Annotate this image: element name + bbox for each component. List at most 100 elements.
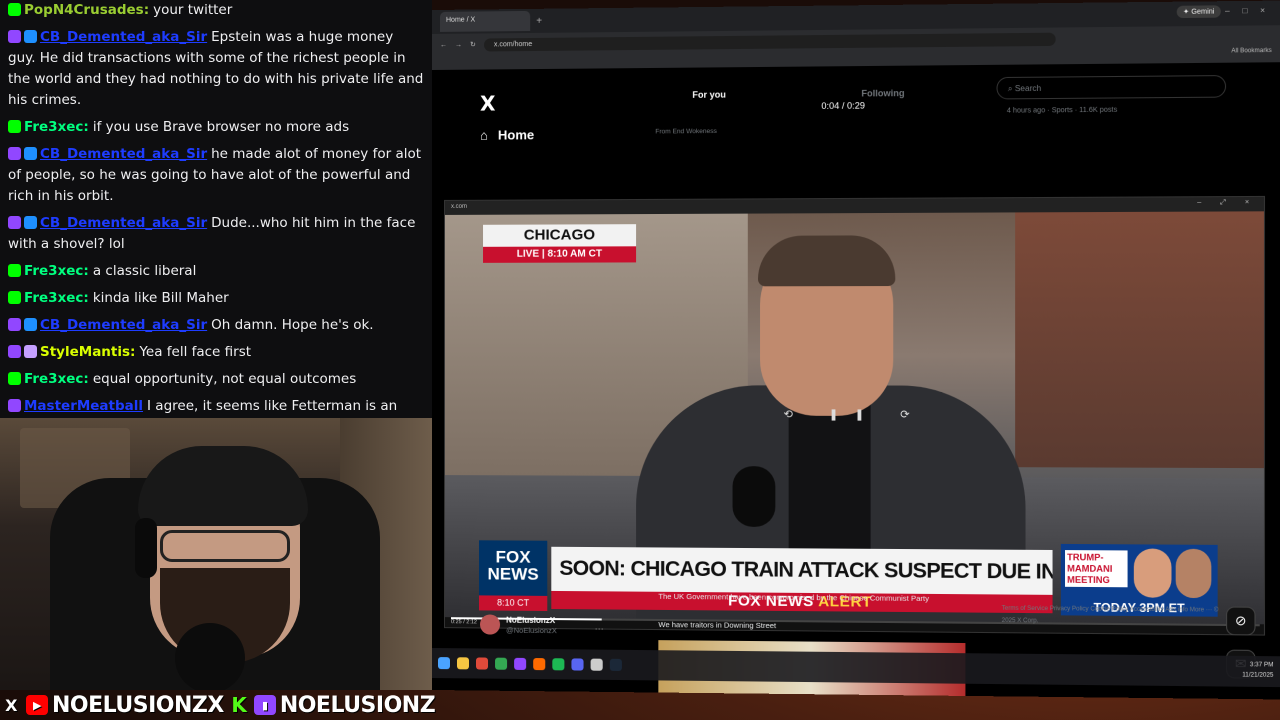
nav-home-label: Home: [497, 127, 535, 143]
chat-message: CB_Demented_aka_Sir he made alot of money…: [8, 144, 424, 207]
chat-username[interactable]: CB_Demented_aka_Sir: [40, 29, 207, 45]
chat-text: equal opportunity, not equal outcomes: [92, 371, 357, 387]
kick-badge-icon: [8, 3, 21, 16]
chat-username[interactable]: Fre3xec:: [24, 263, 89, 279]
app-icon[interactable]: [533, 658, 546, 671]
promo-face-right: [1175, 548, 1212, 599]
more-icon[interactable]: ···: [595, 623, 604, 633]
fox-logo-text: FOX NEWS: [487, 547, 539, 584]
kick-badge-icon: [8, 291, 21, 304]
live-time-label: LIVE | 8:10 AM CT: [483, 246, 637, 263]
nav-home[interactable]: ⌂ Home: [480, 127, 534, 142]
cam-streamer-hat: [138, 446, 308, 526]
twitch-icon: ▮: [253, 695, 276, 715]
trend-meta: 4 hours ago · Sports · 11.6K posts: [1006, 106, 1118, 115]
chat-username[interactable]: CB_Demented_aka_Sir: [40, 215, 207, 231]
tab-home-x[interactable]: Home / X: [439, 10, 531, 32]
chat-username[interactable]: MasterMeatball: [24, 398, 143, 414]
subscriber-badge-icon: [24, 30, 37, 43]
chat-text: a classic liberal: [92, 263, 197, 279]
account-handle: @NoElusionzX: [506, 625, 557, 635]
youtube-handle: NOELUSIONZX: [52, 692, 224, 718]
avatar: [480, 614, 501, 635]
system-tray-clock[interactable]: 3:37 PM 11/21/2025: [1242, 660, 1273, 681]
gemini-button[interactable]: ✦ Gemini: [1176, 5, 1221, 19]
chat-username[interactable]: PopN4Crusades:: [24, 2, 149, 18]
player-window-controls-icon[interactable]: – ⤢ ×: [1197, 199, 1257, 207]
start-icon[interactable]: [437, 657, 450, 670]
chat-text: if you use Brave browser no more ads: [92, 119, 350, 135]
progress-time: 0:25 / 2:12: [450, 619, 478, 626]
chat-text: Yea fell face first: [139, 344, 252, 360]
tray-date: 11/21/2025: [1242, 672, 1274, 679]
promo-title: TRUMP-MAMDANI MEETING: [1065, 550, 1128, 588]
cam-headphones: [135, 518, 157, 578]
chat-username[interactable]: Fre3xec:: [24, 290, 89, 306]
video-frame[interactable]: CHICAGO LIVE | 8:10 AM CT ⟲ ❚❚ ⟳ FOX NEW…: [444, 211, 1264, 625]
forward-icon[interactable]: →: [455, 41, 462, 48]
kick-icon: K: [231, 693, 247, 717]
player-title: x.com: [450, 203, 468, 210]
chat-username[interactable]: CB_Demented_aka_Sir: [40, 317, 207, 333]
twitch-badge-icon: [8, 318, 21, 331]
reporter-hair: [758, 235, 896, 287]
chat-message: CB_Demented_aka_Sir Dude...who hit him in…: [8, 213, 424, 255]
grok-icon[interactable]: ⊘: [1226, 606, 1256, 636]
all-bookmarks-link[interactable]: All Bookmarks: [1231, 48, 1271, 55]
chat-text: your twitter: [153, 2, 233, 18]
promo-face-left: [1133, 548, 1172, 598]
app-icon[interactable]: [514, 657, 527, 670]
app-icon[interactable]: [590, 658, 603, 671]
twitch-badge-icon: [8, 30, 21, 43]
webcam-feed: [0, 418, 432, 690]
chat-message: StyleMantis: Yea fell face first: [8, 342, 424, 363]
timeline-tabs: For you Following: [623, 73, 971, 116]
x-logo[interactable]: X: [480, 91, 495, 115]
tab-for-you[interactable]: For you: [623, 75, 796, 117]
stream-chat-panel: PopN4Crusades: your twitter CB_Demented_ak…: [0, 0, 432, 418]
location-city: CHICAGO: [483, 224, 637, 247]
chat-username[interactable]: CB_Demented_aka_Sir: [40, 146, 207, 162]
app-icon[interactable]: [552, 658, 565, 671]
twitch-badge-icon: [8, 147, 21, 160]
twitch-badge-icon: [8, 399, 21, 412]
chat-message: PopN4Crusades: your twitter: [8, 0, 424, 21]
picture-in-picture-player[interactable]: x.com – ⤢ × CHICAGO LIVE | 8:10 AM CT ⟲ …: [443, 195, 1266, 636]
kick-badge-icon: [8, 264, 21, 277]
chat-message: Fre3xec: a classic liberal: [8, 261, 424, 282]
account-switcher[interactable]: NoElusionzX @NoElusionzX: [480, 614, 557, 635]
new-tab-icon[interactable]: +: [536, 15, 542, 26]
chat-message: CB_Demented_aka_Sir Epstein was a huge mo…: [8, 27, 424, 111]
playback-controls-icon[interactable]: ⟲ ❚❚ ⟳: [784, 408, 927, 421]
window-controls-icon[interactable]: –□×: [1225, 6, 1278, 16]
url-field[interactable]: x.com/home: [483, 32, 1056, 51]
twitch-badge-icon: [8, 216, 21, 229]
social-handles-banner: X ▶ NOELUSIONZX K ▮ NOELUSIONZ: [0, 690, 440, 720]
x-icon: X: [5, 695, 17, 715]
kick-badge-icon: [8, 120, 21, 133]
footer-links[interactable]: Terms of Service Privacy Policy Cookie P…: [1002, 603, 1221, 629]
browser-icon[interactable]: [476, 657, 489, 670]
steam-icon[interactable]: [609, 658, 622, 671]
back-icon[interactable]: ←: [440, 41, 447, 48]
cam-microphone: [175, 623, 245, 690]
tray-time: 3:37 PM: [1249, 662, 1274, 669]
twitch-badge-icon: [8, 345, 21, 358]
chat-message: Fre3xec: if you use Brave browser no more…: [8, 117, 424, 138]
reload-icon[interactable]: ↻: [470, 41, 476, 49]
subscriber-badge-icon: [24, 147, 37, 160]
chrome-icon[interactable]: [495, 657, 508, 670]
chat-message: Fre3xec: kinda like Bill Maher: [8, 288, 424, 309]
chat-message: Fre3xec: equal opportunity, not equal out…: [8, 369, 424, 390]
search-input[interactable]: ⌕ Search: [996, 75, 1227, 100]
bits-badge-icon: [24, 345, 37, 358]
chat-username[interactable]: StyleMantis:: [40, 344, 135, 360]
subscriber-badge-icon: [24, 216, 37, 229]
folder-icon[interactable]: [456, 657, 469, 670]
app-icon[interactable]: [571, 658, 584, 671]
chat-username[interactable]: Fre3xec:: [24, 119, 89, 135]
reporter-microphone: [732, 466, 776, 527]
gemini-label: Gemini: [1191, 8, 1215, 16]
kick-badge-icon: [8, 372, 21, 385]
chat-username[interactable]: Fre3xec:: [24, 371, 89, 387]
